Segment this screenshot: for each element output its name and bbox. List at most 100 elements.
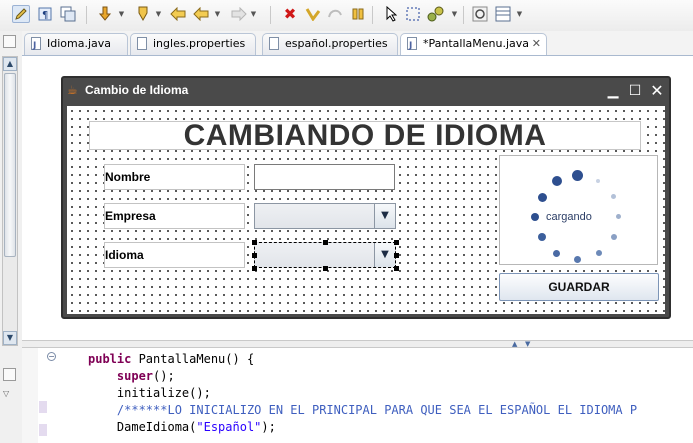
wrench-icon[interactable]	[427, 5, 445, 23]
chevron-down-icon[interactable]: ▼	[516, 5, 523, 23]
code-token: /******LO INICIALIZO EN EL PRINCIPAL PAR…	[88, 403, 638, 417]
chevron-down-icon[interactable]: ▼	[525, 341, 530, 348]
code-token: "Español"	[196, 420, 262, 434]
code-line[interactable]: super();	[88, 369, 175, 383]
back-arrow-icon[interactable]	[193, 5, 211, 23]
close-icon[interactable]: ✕	[532, 34, 541, 54]
code-line[interactable]: public PantallaMenu() {	[88, 352, 254, 366]
editor-splitter[interactable]: ▲ ▼	[22, 340, 693, 348]
code-token: );	[261, 420, 276, 434]
vertical-scrollbar[interactable]: ▲ ▼	[2, 56, 18, 346]
nombre-field[interactable]	[254, 164, 395, 190]
chevron-down-icon[interactable]: ▼	[155, 5, 162, 23]
chevron-down-icon[interactable]: ▽	[3, 389, 16, 402]
pause-icon[interactable]	[349, 5, 367, 23]
editor-ruler	[22, 348, 47, 443]
minimize-icon[interactable]: ▁	[604, 82, 622, 100]
marquee-icon[interactable]	[404, 5, 422, 23]
selection-handle[interactable]	[323, 266, 328, 271]
selection-handle[interactable]	[323, 240, 328, 245]
spinner-dot	[572, 170, 583, 181]
selection-handle[interactable]	[394, 266, 399, 271]
save-button[interactable]: GUARDAR	[499, 273, 659, 301]
loading-text: cargando	[546, 211, 592, 223]
content-pane: CAMBIANDO DE IDIOMA Nombre Empresa ▼ Idi…	[67, 106, 665, 314]
undo-icon[interactable]	[304, 5, 322, 23]
loading-panel: cargando	[499, 155, 658, 265]
selection-handle[interactable]	[252, 253, 257, 258]
spinner-dot	[553, 250, 560, 257]
paragraph-icon[interactable]: ¶	[36, 5, 54, 23]
tab-espanol-properties[interactable]: español.properties	[262, 33, 398, 55]
spinner-dot	[611, 234, 617, 240]
pointer-icon[interactable]	[382, 5, 400, 23]
chevron-down-icon[interactable]: ▼	[118, 5, 125, 23]
tab-idioma-java[interactable]: J Idioma.java	[24, 33, 128, 55]
empresa-combo[interactable]: ▼	[254, 203, 396, 229]
idioma-label: Idioma	[104, 242, 245, 268]
back-icon[interactable]	[170, 5, 188, 23]
code-editor[interactable]: − public PantallaMenu() { super(); initi…	[22, 348, 693, 443]
main-toolbar: ¶ ▼ ▼ ▼ ▼ ✖ ▼ ▼	[0, 0, 693, 32]
editor-tab-bar: J Idioma.java ingles.properties español.…	[22, 31, 693, 56]
selection-handle[interactable]	[394, 253, 399, 258]
spinner-dot	[531, 213, 539, 221]
code-token: ();	[153, 369, 175, 383]
selection-handle[interactable]	[252, 266, 257, 271]
redo-icon	[326, 5, 344, 23]
java-file-icon: J	[407, 37, 417, 51]
scroll-down-icon[interactable]: ▼	[3, 331, 17, 345]
fold-icon[interactable]: −	[47, 352, 56, 361]
chevron-down-icon: ▼	[250, 10, 257, 18]
delete-icon[interactable]: ✖	[281, 5, 299, 23]
spinner-dot	[574, 256, 581, 263]
window-titlebar: ☕ Cambio de Idioma ▁ ☐ ✕	[63, 78, 669, 104]
empresa-label: Empresa	[104, 203, 245, 229]
copy-icon[interactable]	[59, 5, 77, 23]
jframe-window[interactable]: ☕ Cambio de Idioma ▁ ☐ ✕ CAMBIANDO DE ID…	[61, 76, 671, 319]
chevron-up-icon[interactable]: ▲	[512, 341, 517, 348]
code-line[interactable]: initialize();	[88, 386, 211, 400]
pencil-icon[interactable]	[12, 5, 30, 23]
properties-file-icon	[137, 37, 147, 50]
forward-arrow-icon	[229, 5, 247, 23]
java-file-icon: J	[31, 37, 41, 51]
change-marker	[39, 424, 47, 436]
code-token: PantallaMenu() {	[138, 352, 255, 366]
properties-file-icon	[269, 37, 279, 50]
tab-pantallamenu-java[interactable]: J *PantallaMenu.java ✕	[400, 33, 547, 55]
nombre-label: Nombre	[104, 164, 245, 190]
chevron-down-icon[interactable]: ▼	[214, 5, 221, 23]
chevron-down-icon[interactable]: ▼	[451, 5, 458, 23]
spinner-dot	[616, 214, 621, 219]
window-title: Cambio de Idioma	[85, 83, 189, 97]
selection-handle[interactable]	[252, 240, 257, 245]
visual-editor-canvas: ☕ Cambio de Idioma ▁ ☐ ✕ CAMBIANDO DE ID…	[22, 56, 693, 340]
svg-text:¶: ¶	[42, 10, 48, 21]
code-line[interactable]: /******LO INICIALIZO EN EL PRINCIPAL PAR…	[88, 403, 637, 417]
refresh-icon[interactable]	[471, 5, 489, 23]
layout-icon[interactable]	[494, 5, 512, 23]
scroll-up-icon[interactable]: ▲	[3, 57, 17, 71]
java-cup-icon: ☕	[67, 83, 78, 97]
change-marker	[39, 401, 47, 413]
tab-ingles-properties[interactable]: ingles.properties	[130, 33, 256, 55]
scroll-thumb[interactable]	[4, 73, 16, 257]
chevron-down-icon[interactable]: ▼	[374, 243, 395, 267]
spinner-dot	[596, 179, 600, 183]
chevron-down-icon[interactable]: ▼	[374, 204, 395, 228]
spinner-dot	[538, 193, 547, 202]
spinner-dot	[596, 250, 602, 256]
code-token: initialize();	[88, 386, 211, 400]
left-panel-strip: ▲ ▼ ▽	[0, 31, 23, 443]
close-icon[interactable]: ✕	[648, 82, 666, 100]
maximize-icon[interactable]: ☐	[626, 82, 644, 100]
code-line[interactable]: DameIdioma("Español");	[88, 420, 276, 434]
download-icon[interactable]	[96, 5, 114, 23]
restore-icon[interactable]	[3, 35, 16, 48]
selection-handle[interactable]	[394, 240, 399, 245]
idioma-combo[interactable]: ▼	[254, 242, 396, 268]
restore-icon[interactable]	[3, 368, 16, 381]
run-icon[interactable]	[134, 5, 152, 23]
